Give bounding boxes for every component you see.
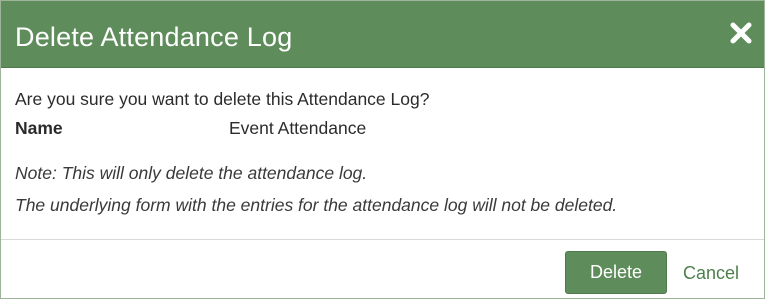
dialog-header: Delete Attendance Log <box>1 1 764 68</box>
confirmation-question: Are you sure you want to delete this Att… <box>15 89 430 109</box>
name-value: Event Attendance <box>229 118 367 138</box>
close-icon <box>728 20 754 46</box>
name-label: Name <box>15 118 63 138</box>
delete-attendance-log-dialog: Delete Attendance Log Are you sure you w… <box>0 0 765 299</box>
cancel-link[interactable]: Cancel <box>683 262 739 284</box>
note-line-1: Note: This will only delete the attendan… <box>15 163 368 183</box>
delete-button[interactable]: Delete <box>565 251 667 294</box>
dialog-title: Delete Attendance Log <box>15 22 293 52</box>
footer-divider <box>1 239 764 240</box>
note-line-2: The underlying form with the entries for… <box>15 195 618 215</box>
close-button[interactable] <box>728 20 754 46</box>
